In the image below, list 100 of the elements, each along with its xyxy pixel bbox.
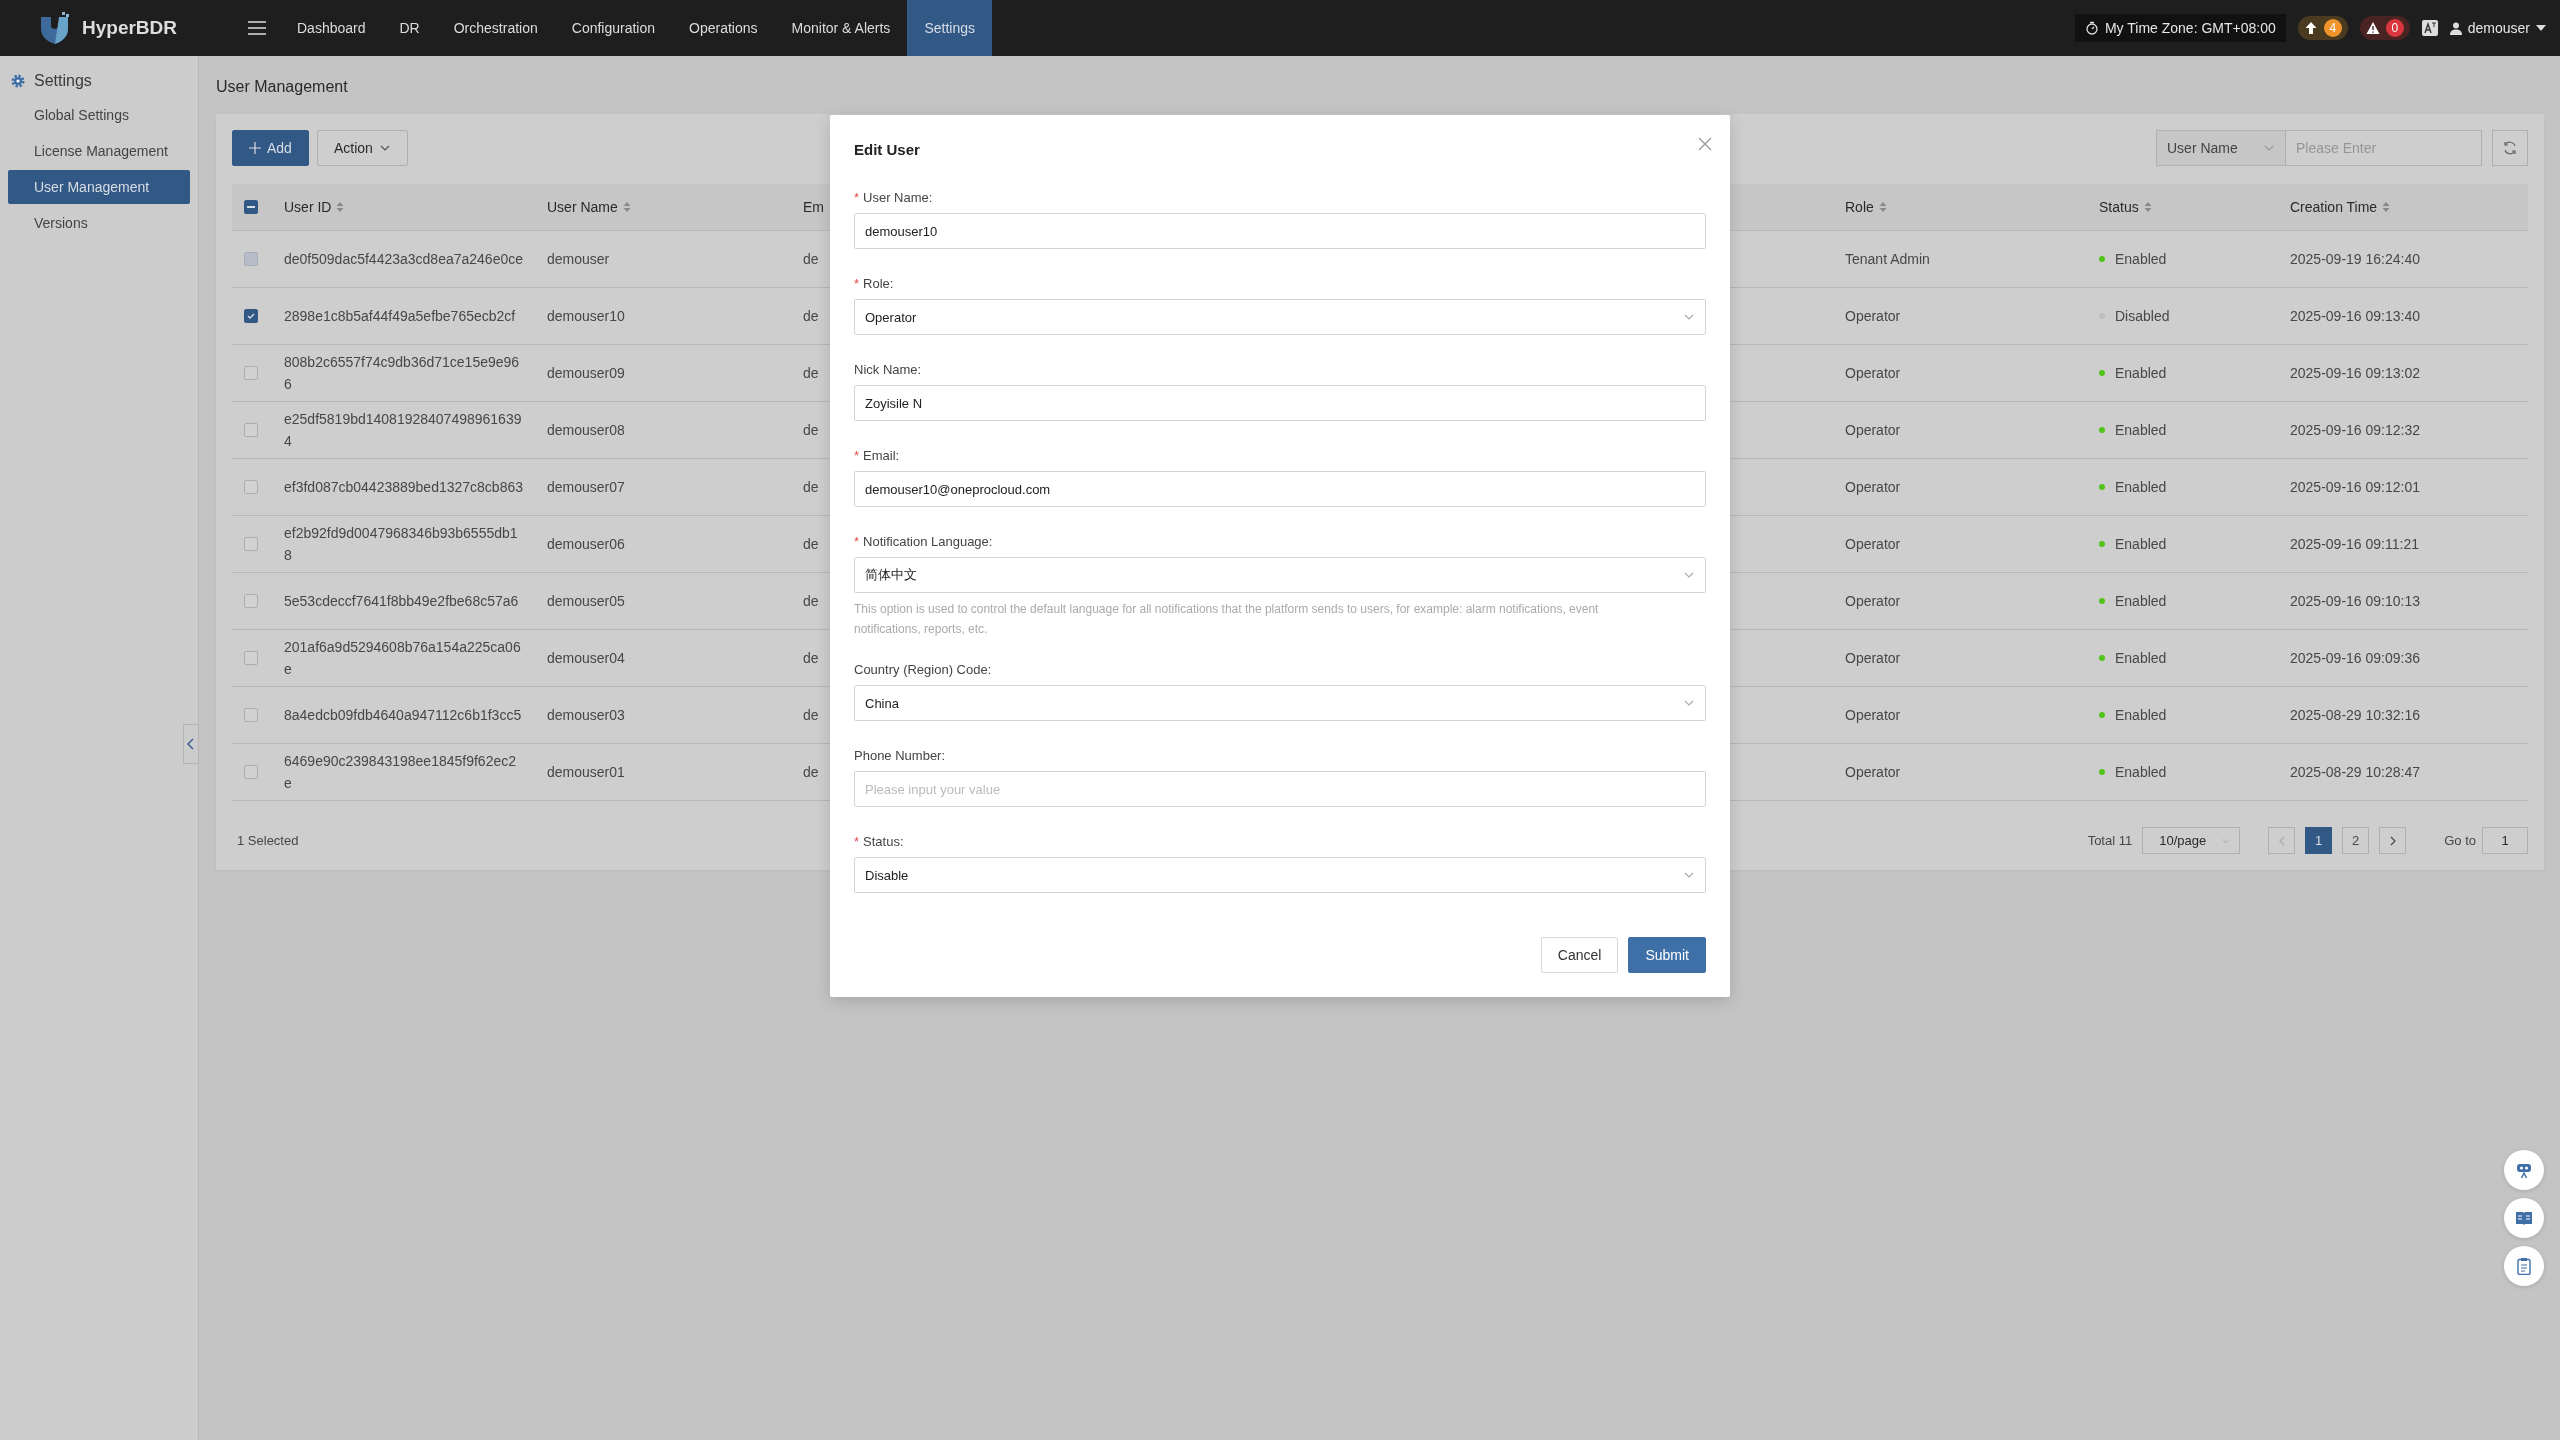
table-cell: 6469e90c239843198ee1845f9f62ec2e — [284, 753, 516, 791]
page-button[interactable]: 2 — [2342, 827, 2370, 854]
checkbox[interactable] — [244, 594, 258, 608]
submit-button[interactable]: Submit — [1628, 937, 1706, 973]
table-cell-text: Enabled — [2115, 250, 2167, 269]
refresh-button[interactable] — [2492, 130, 2528, 166]
input-field[interactable]: Please input your value — [854, 771, 1706, 807]
chevron-left-icon — [187, 738, 195, 750]
robot-button[interactable] — [2504, 1150, 2544, 1190]
checkbox[interactable] — [244, 708, 258, 722]
page-size-select[interactable]: 10/page — [2142, 827, 2241, 854]
table-cell: de — [803, 251, 819, 267]
sidebar-item[interactable]: User Management — [8, 170, 190, 204]
shield-logo-icon — [38, 11, 72, 45]
previous-page-button[interactable] — [2268, 827, 2296, 854]
table-cell: 201af6a9d5294608b76a154a225ca06e — [284, 639, 521, 677]
checkbox[interactable] — [244, 765, 258, 779]
input-field[interactable]: demouser10@oneprocloud.com — [854, 471, 1706, 507]
translate-icon[interactable] — [2421, 20, 2438, 36]
sidebar-item[interactable]: License Management — [8, 134, 190, 168]
warning-icon — [2365, 21, 2380, 35]
page-input[interactable]: 1 — [2482, 827, 2528, 854]
nav-tab[interactable]: Operations — [672, 0, 775, 56]
table-cell: demouser07 — [547, 479, 625, 495]
table-cell-text: Enabled — [2115, 535, 2167, 554]
sort-icon[interactable] — [2143, 201, 2152, 213]
table-cell: ef3fd087cb04423889bed1327c8cb863 — [284, 479, 523, 495]
checkbox[interactable] — [244, 423, 258, 437]
checkbox[interactable] — [244, 366, 258, 380]
next-page-button[interactable] — [2379, 827, 2407, 854]
checkbox[interactable] — [244, 651, 258, 665]
column-header[interactable]: Status — [2099, 199, 2139, 215]
nav-tab[interactable]: DR — [382, 0, 437, 56]
table-cell: demouser08 — [547, 422, 625, 438]
book-icon — [2515, 1211, 2533, 1225]
table-cell: de — [803, 707, 819, 723]
nav-tab[interactable]: Dashboard — [280, 0, 383, 56]
sort-icon[interactable] — [336, 201, 345, 213]
menu-icon[interactable] — [248, 20, 266, 36]
page-button[interactable]: 1 — [2305, 827, 2333, 854]
input-field[interactable]: demouser10 — [854, 213, 1706, 249]
select-all-checkbox[interactable] — [244, 200, 258, 214]
check-icon — [246, 311, 256, 321]
checkbox[interactable] — [244, 480, 258, 494]
table-cell: de — [803, 593, 819, 609]
timer-icon — [2084, 21, 2099, 35]
select-field[interactable]: Disable — [854, 857, 1706, 893]
sort-icon[interactable] — [622, 201, 631, 213]
table-cell-text: Enabled — [2115, 364, 2167, 383]
page-title: User Management — [216, 78, 349, 96]
table-cell-text: Enabled — [2115, 649, 2167, 668]
checkbox[interactable] — [244, 537, 258, 551]
select-field[interactable]: Operator — [854, 299, 1706, 335]
action-dropdown[interactable]: Action — [316, 130, 408, 166]
table-cell: Tenant Admin — [1845, 251, 1930, 267]
select-field[interactable]: China — [854, 685, 1706, 721]
clipboard-button[interactable] — [2504, 1246, 2544, 1286]
nav-tab[interactable]: Configuration — [554, 0, 673, 56]
nav-tab[interactable]: Orchestration — [436, 0, 555, 56]
upgrade-count: 4 — [2323, 19, 2342, 37]
search-field-select[interactable]: User Name — [2156, 130, 2286, 166]
up-arrow-icon — [2303, 21, 2318, 35]
brand-name: HyperBDR — [82, 17, 178, 39]
goto-label: Go to — [2444, 833, 2476, 848]
book-button[interactable] — [2504, 1198, 2544, 1238]
table-cell: 2025-08-29 10:28:47 — [2290, 764, 2420, 780]
user-menu[interactable]: demouser — [2449, 20, 2546, 36]
field-label: Role: — [863, 276, 894, 291]
close-icon[interactable] — [1698, 137, 1712, 151]
nav-tab[interactable]: Monitor & Alerts — [774, 0, 908, 56]
dialog-title: Edit User — [854, 141, 921, 158]
select-field[interactable]: 简体中文 — [854, 557, 1706, 593]
column-header[interactable]: Creation Time — [2290, 199, 2378, 215]
cancel-button[interactable]: Cancel — [1540, 937, 1619, 973]
field-hint: This option is used to control the default language for all notifications that the platform sends to users, for example: alarm notifications, event notifications, reports, etc. — [854, 601, 1600, 638]
input-field[interactable]: Zoyisile N — [854, 385, 1706, 421]
nav-tab[interactable]: Settings — [907, 0, 992, 56]
alert-count: 0 — [2385, 19, 2404, 37]
sort-icon[interactable] — [2382, 201, 2391, 213]
checkbox[interactable] — [244, 309, 258, 323]
table-cell-text: Enabled — [2115, 478, 2167, 497]
chevron-right-icon — [2388, 835, 2397, 846]
table-cell: de0f509dac5f4423a3cd8ea7a246e0ce — [284, 251, 523, 267]
table-cell: Operator — [1845, 707, 1901, 723]
table-cell: Operator — [1845, 536, 1901, 552]
sort-icon[interactable] — [1878, 201, 1887, 213]
table-cell: de — [803, 479, 819, 495]
sidebar-item[interactable]: Versions — [8, 206, 190, 240]
sidebar-item[interactable]: Global Settings — [8, 98, 190, 132]
timezone-badge[interactable]: My Time Zone: GMT+08:00 — [2074, 14, 2286, 42]
table-cell-text: Enabled — [2115, 592, 2167, 611]
collapse-button[interactable] — [183, 724, 199, 764]
alert-badge[interactable]: 0 — [2359, 16, 2410, 40]
column-header[interactable]: User ID — [284, 199, 332, 215]
table-cell: demouser06 — [547, 536, 625, 552]
column-header[interactable]: Role — [1845, 199, 1874, 215]
required-mark: * — [854, 190, 860, 205]
column-header[interactable]: User Name — [547, 199, 618, 215]
search-field[interactable]: Please Enter — [2286, 130, 2482, 166]
add-button[interactable]: Add — [232, 130, 309, 166]
